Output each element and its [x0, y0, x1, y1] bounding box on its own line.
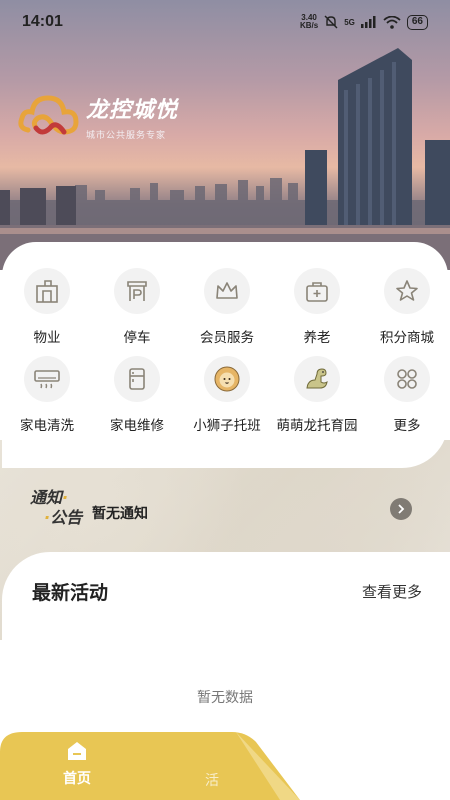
service-more[interactable]: 更多 — [362, 356, 450, 434]
building-icon — [36, 280, 58, 303]
parking-gate-icon — [127, 281, 147, 301]
bottom-tab-bar: 首页 活 — [0, 730, 450, 800]
battery-indicator: 66 — [406, 14, 428, 30]
medical-kit-icon — [306, 282, 328, 302]
service-label: 小狮子托班 — [193, 418, 261, 434]
network-type: 5G — [344, 17, 355, 27]
air-conditioner-icon — [34, 370, 60, 389]
service-lion-daycare[interactable]: 小狮子托班 — [182, 356, 272, 434]
service-label: 会员服务 — [200, 330, 254, 346]
tab-second-label[interactable]: 活 — [205, 770, 219, 790]
star-icon — [396, 280, 418, 301]
lion-icon — [214, 366, 240, 392]
services-card: 物业 停车 会员服务 养老 积分商城 家电清洗 家电维修 小狮子托班 萌萌龙托育… — [2, 242, 448, 468]
dinosaur-icon — [306, 368, 328, 389]
net-speed: 3.40 KB/s — [300, 14, 318, 30]
status-time: 14:01 — [22, 13, 63, 30]
service-points-mall[interactable]: 积分商城 — [362, 268, 450, 346]
service-label: 养老 — [303, 330, 331, 346]
service-dragon-nursery[interactable]: 萌萌龙托育园 — [272, 356, 362, 434]
signal-icon — [360, 16, 376, 28]
notice-title: 通知· ·公告 — [30, 488, 83, 527]
home-icon — [68, 742, 86, 760]
notice-title-line2: 公告 — [50, 508, 83, 527]
service-label: 家电清洗 — [20, 418, 74, 434]
services-grid: 物业 停车 会员服务 养老 积分商城 家电清洗 家电维修 小狮子托班 萌萌龙托育… — [2, 268, 448, 434]
service-label: 更多 — [393, 418, 421, 434]
service-membership[interactable]: 会员服务 — [182, 268, 272, 346]
activities-title: 最新活动 — [32, 582, 109, 604]
service-appliance-cleaning[interactable]: 家电清洗 — [2, 356, 92, 434]
service-label: 萌萌龙托育园 — [276, 418, 358, 434]
brand-name: 龙控城悦 — [86, 98, 179, 123]
view-more-link[interactable]: 查看更多 — [362, 581, 422, 602]
cloud-logo-icon — [18, 95, 79, 135]
service-parking[interactable]: 停车 — [92, 268, 182, 346]
fridge-icon — [129, 368, 145, 390]
brand-tagline: 城市公共服务专家 — [86, 131, 167, 141]
mute-bell-icon — [324, 15, 338, 29]
notice-bar[interactable]: 通知· ·公告 暂无通知 — [0, 470, 450, 550]
notice-text: 暂无通知 — [92, 506, 148, 522]
brand-logo: 龙控城悦 城市公共服务专家 — [18, 88, 178, 141]
crown-icon — [216, 282, 238, 299]
service-label: 停车 — [123, 330, 151, 346]
tab-home-label: 首页 — [63, 771, 91, 787]
service-label: 家电维修 — [110, 418, 164, 434]
chevron-right-icon — [398, 504, 405, 514]
service-label: 物业 — [33, 330, 61, 346]
service-property[interactable]: 物业 — [2, 268, 92, 346]
notice-title-line1: 通知 — [30, 488, 63, 507]
more-grid-icon — [397, 369, 417, 389]
empty-state-text: 暂无数据 — [197, 690, 253, 706]
tab-home[interactable]: 首页 — [52, 740, 102, 788]
status-bar: 14:01 3.40 KB/s 5G 66 — [0, 0, 450, 44]
service-elderly-care[interactable]: 养老 — [272, 268, 362, 346]
notice-arrow-button[interactable] — [390, 498, 412, 520]
net-speed-unit: KB/s — [299, 21, 319, 30]
service-label: 积分商城 — [380, 330, 434, 346]
service-appliance-repair[interactable]: 家电维修 — [92, 356, 182, 434]
wifi-icon — [383, 15, 401, 29]
